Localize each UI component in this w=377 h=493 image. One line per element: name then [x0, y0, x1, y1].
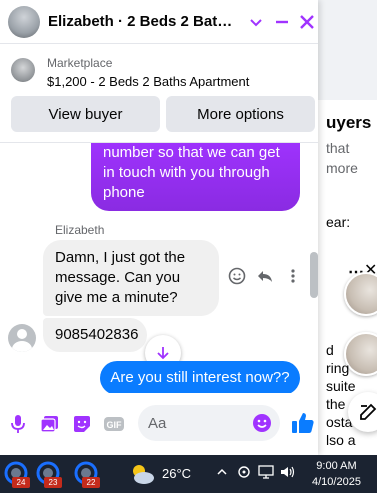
minimize-icon[interactable] — [271, 11, 293, 33]
chat-title[interactable]: Elizabeth · 2 Beds 2 Baths Apartment — [48, 13, 241, 30]
gif-icon[interactable]: GIF — [102, 412, 126, 436]
sender-avatar[interactable] — [8, 324, 36, 352]
arrow-down-icon — [157, 347, 169, 360]
view-buyer-button[interactable]: View buyer — [11, 96, 160, 132]
chevron-down-icon[interactable] — [245, 11, 267, 33]
message-list: number so that we can get in touch with … — [0, 143, 318, 393]
background-text-2: more — [326, 160, 358, 176]
incoming-message[interactable]: Damn, I just got the message. Can you gi… — [43, 240, 219, 316]
notification-badge: 22 — [82, 477, 100, 488]
taskbar-app[interactable]: 24 — [0, 458, 32, 490]
message-actions — [228, 267, 302, 285]
emoji-icon[interactable] — [252, 413, 272, 433]
photo-icon[interactable] — [38, 412, 62, 436]
background-text-1: that — [326, 140, 350, 156]
outgoing-message[interactable]: Are you still interest now?? — [100, 361, 300, 393]
network-icon[interactable] — [258, 464, 274, 480]
taskbar-app[interactable]: 22 — [70, 458, 102, 490]
listing-title: $1,200 - 2 Beds 2 Baths Apartment — [47, 74, 250, 89]
sender-name: Elizabeth — [55, 223, 105, 237]
more-vertical-icon[interactable] — [284, 267, 302, 285]
weather-icon[interactable] — [128, 462, 156, 486]
more-options-button[interactable]: More options — [166, 96, 315, 132]
chat-header: Elizabeth · 2 Beds 2 Baths Apartment — [0, 0, 318, 44]
background-text-4: d — [326, 342, 334, 358]
background-text-9: lso a — [326, 432, 356, 448]
message-field — [138, 405, 280, 441]
notification-badge: 24 — [12, 477, 30, 488]
listing-thumbnail — [11, 58, 35, 82]
sticker-icon[interactable] — [70, 412, 94, 436]
system-tray — [214, 464, 296, 480]
svg-text:GIF: GIF — [107, 420, 123, 430]
chat-window: Elizabeth · 2 Beds 2 Baths Apartment Mar… — [0, 0, 318, 455]
speaker-icon[interactable] — [280, 464, 296, 480]
reply-icon[interactable] — [256, 267, 274, 285]
notification-badge: 23 — [44, 477, 62, 488]
temperature[interactable]: 26°C — [162, 466, 191, 481]
background-text-6: suite — [326, 378, 356, 394]
background-text-3: ear: — [326, 214, 351, 230]
like-icon[interactable] — [290, 410, 316, 436]
outgoing-message[interactable]: number so that we can get in touch with … — [91, 143, 300, 211]
background-text-7: the — [326, 396, 346, 412]
marketplace-listing-info[interactable]: Marketplace $1,200 - 2 Beds 2 Baths Apar… — [0, 48, 318, 94]
react-icon[interactable] — [228, 267, 246, 285]
taskbar-app[interactable]: 23 — [32, 458, 64, 490]
incoming-message[interactable]: 9085402836 — [43, 318, 147, 352]
scrollbar[interactable] — [310, 252, 318, 298]
microphone-icon[interactable] — [6, 412, 30, 436]
action-buttons: View buyer More options — [11, 96, 315, 132]
clock-date: 4/10/2025 — [312, 476, 361, 488]
chevron-up-icon[interactable] — [214, 464, 230, 480]
location-icon[interactable] — [236, 464, 252, 480]
clock[interactable]: 9:00 AM 4/10/2025 — [312, 458, 361, 490]
message-input[interactable] — [148, 414, 248, 432]
taskbar: 24 23 22 26°C 9:00 AM 4/10/2025 — [0, 455, 377, 493]
clock-time: 9:00 AM — [316, 460, 357, 472]
background-heading: uyers — [326, 113, 372, 132]
marketplace-label: Marketplace — [47, 56, 113, 70]
avatar[interactable] — [8, 5, 40, 38]
close-icon[interactable] — [296, 11, 318, 33]
compose-icon — [360, 403, 377, 420]
background-text-5: ring — [326, 360, 350, 376]
